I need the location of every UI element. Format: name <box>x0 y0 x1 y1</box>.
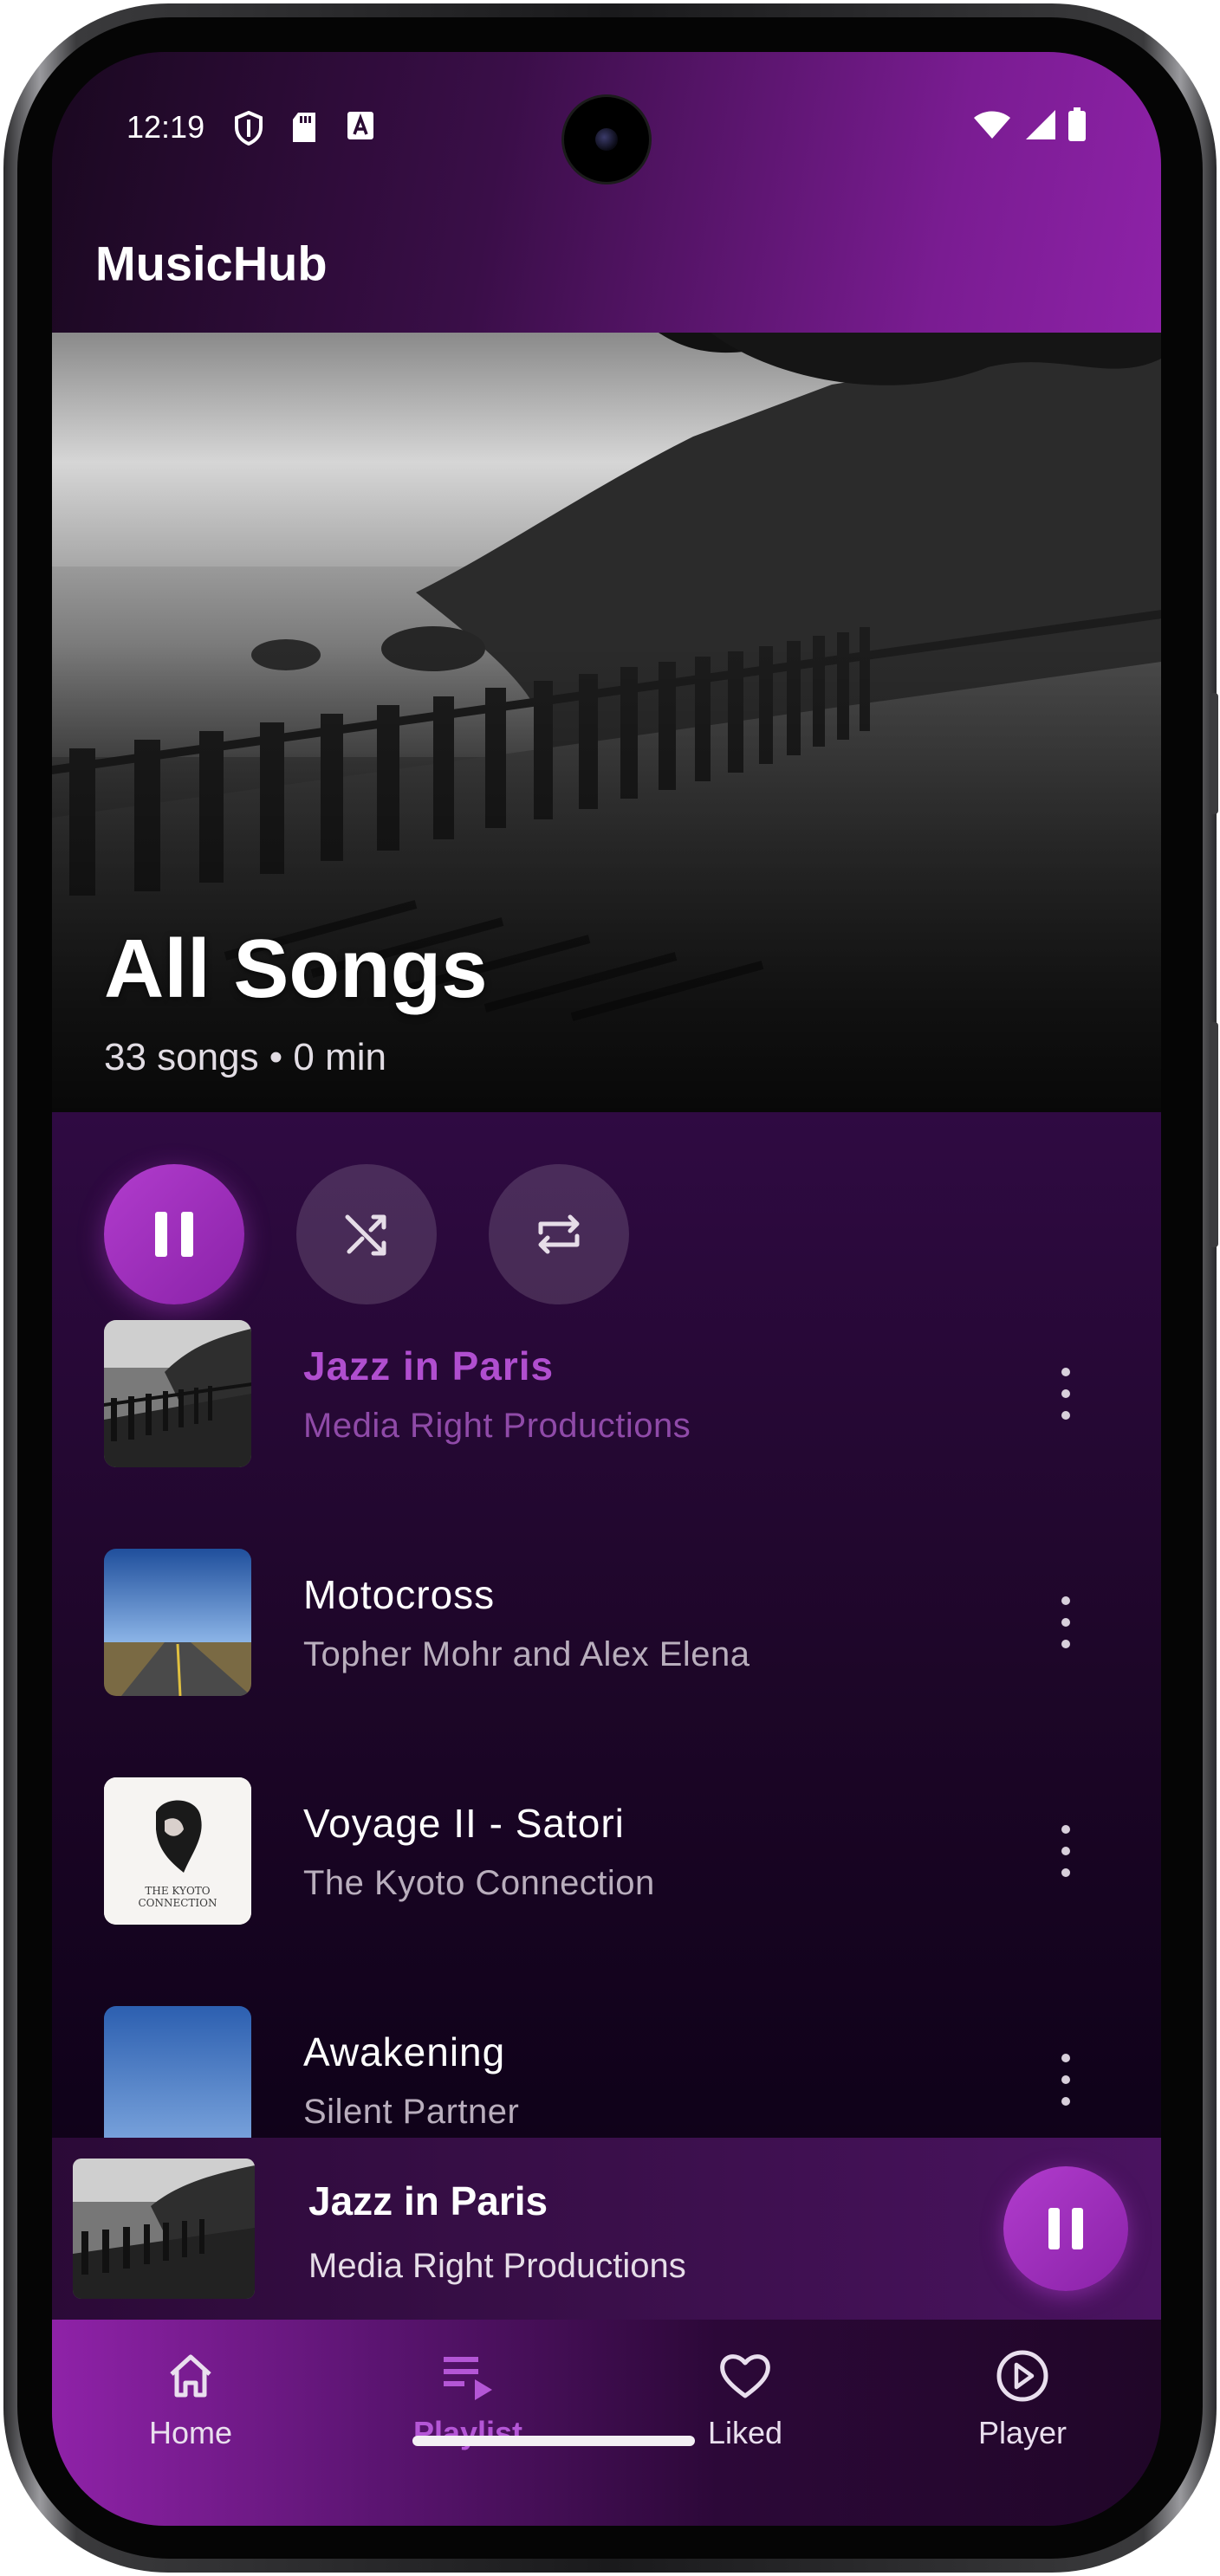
album-art-text: THE KYOTO CONNECTION <box>138 1885 217 1909</box>
nav-item-player[interactable]: Player <box>918 2346 1126 2451</box>
sd-card-icon <box>291 111 317 152</box>
now-playing-title: Jazz in Paris <box>308 2178 548 2223</box>
pause-icon <box>1048 2208 1083 2249</box>
play-circle-icon <box>996 2350 1048 2402</box>
nav-label-home: Home <box>148 2415 233 2450</box>
more-options-icon[interactable] <box>1057 1368 1074 1420</box>
album-art <box>104 1320 251 1467</box>
playlist-title: All Songs <box>104 922 488 1015</box>
app-title: MusicHub <box>95 236 328 291</box>
playlist-subtitle: 33 songs • 0 min <box>104 1036 387 1078</box>
playlist-icon <box>444 2357 492 2400</box>
repeat-button[interactable] <box>489 1164 629 1304</box>
status-time: 12:19 <box>127 109 205 145</box>
volume-button <box>1210 1022 1218 1247</box>
shield-icon <box>234 110 263 153</box>
now-playing-artist: Media Right Productions <box>308 2247 686 2285</box>
pause-button[interactable] <box>104 1164 244 1304</box>
screen: 12:19 MusicHub All Songs 33 songs • 0 mi… <box>52 52 1161 2526</box>
song-title: Voyage II - Satori <box>303 1801 625 1846</box>
song-artist: Media Right Productions <box>303 1407 691 1445</box>
more-options-icon[interactable] <box>1057 2054 1074 2106</box>
home-icon <box>170 2354 211 2398</box>
app-bar: 12:19 MusicHub <box>52 52 1161 333</box>
signal-icon <box>1022 108 1057 149</box>
home-indicator[interactable] <box>412 2436 695 2446</box>
more-options-icon[interactable] <box>1057 1596 1074 1648</box>
song-title: Motocross <box>303 1572 496 1617</box>
playlist-header-image: All Songs 33 songs • 0 min <box>52 333 1161 1112</box>
nav-item-home[interactable]: Home <box>87 2346 295 2451</box>
song-row[interactable]: Motocross Topher Mohr and Alex Elena <box>104 1549 1109 1696</box>
song-artist: Silent Partner <box>303 2093 520 2131</box>
wifi-icon <box>972 109 1012 148</box>
bottom-navigation: Home Playlist Liked Player <box>52 2320 1161 2526</box>
power-button <box>1210 693 1218 814</box>
song-row[interactable]: Jazz in Paris Media Right Productions <box>104 1320 1109 1467</box>
battery-icon <box>1068 107 1087 150</box>
album-art <box>104 1549 251 1696</box>
shuffle-button[interactable] <box>296 1164 437 1304</box>
mini-pause-button[interactable] <box>1003 2166 1128 2291</box>
nav-label-player: Player <box>977 2415 1068 2450</box>
heart-icon <box>720 2354 770 2398</box>
status-right <box>972 107 1087 150</box>
repeat-icon <box>538 1214 580 1254</box>
more-options-icon[interactable] <box>1057 1825 1074 1877</box>
song-row[interactable]: Awakening Silent Partner <box>104 2006 1109 2153</box>
song-title: Awakening <box>303 2029 506 2074</box>
shuffle-icon <box>345 1214 386 1256</box>
song-artist: Topher Mohr and Alex Elena <box>303 1635 750 1673</box>
album-art: THE KYOTO CONNECTION <box>104 1777 251 1925</box>
song-title: Jazz in Paris <box>303 1343 555 1388</box>
text-a-icon <box>347 111 374 148</box>
pause-icon <box>155 1212 193 1257</box>
album-art <box>104 2006 251 2153</box>
front-camera <box>564 97 649 182</box>
now-playing-art <box>73 2159 255 2299</box>
song-row[interactable]: THE KYOTO CONNECTION Voyage II - Satori … <box>104 1777 1109 1925</box>
song-artist: The Kyoto Connection <box>303 1864 655 1902</box>
mini-player[interactable]: Jazz in Paris Media Right Productions <box>52 2138 1161 2320</box>
